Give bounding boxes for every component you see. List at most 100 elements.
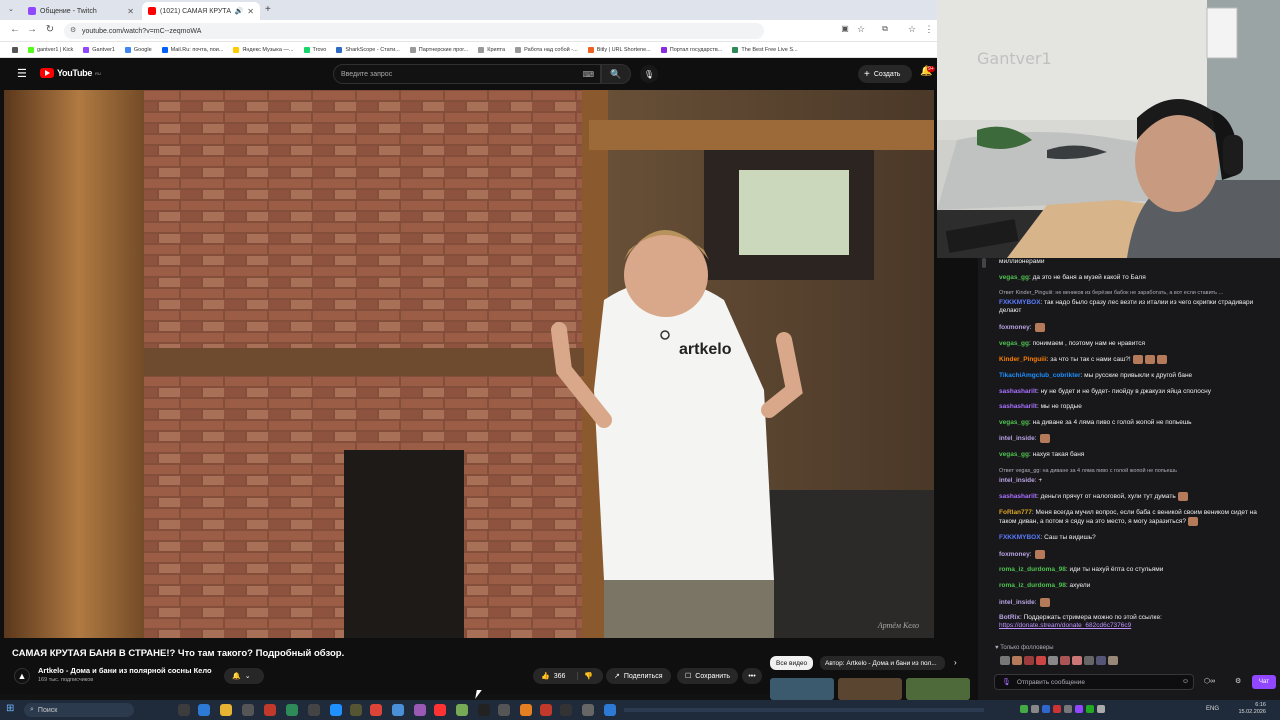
tray-icon[interactable] — [1075, 705, 1083, 713]
chat-username[interactable]: BotRix — [999, 614, 1020, 621]
app-icon[interactable] — [198, 704, 210, 716]
new-tab-icon[interactable]: + — [265, 4, 271, 15]
chat-username[interactable]: vegas_gg — [999, 274, 1029, 281]
back-icon[interactable]: ← — [8, 24, 22, 35]
emote-icon[interactable] — [1040, 597, 1051, 607]
emote-picker-icon[interactable]: ☺ — [1182, 678, 1189, 685]
tray-icon[interactable] — [1086, 705, 1094, 713]
subscribed-bell-button[interactable]: 🔔 ⌄ — [224, 668, 264, 684]
bookmark-crypto[interactable]: Крипта — [478, 46, 505, 53]
close-tab-icon[interactable]: ✕ — [127, 7, 134, 16]
bookmark-yandex-music[interactable]: Яндекс Музыка —... — [233, 46, 294, 53]
emote-icon[interactable] — [1024, 656, 1034, 665]
bookmark-star-icon[interactable]: ☆ — [854, 24, 868, 35]
emote-icon[interactable] — [1132, 355, 1143, 365]
tab-list-icon[interactable]: ⌄ — [8, 5, 14, 13]
reload-icon[interactable]: ↻ — [43, 24, 57, 35]
app-icon[interactable] — [350, 704, 362, 716]
bookmark-kick[interactable]: gantver1 | Kick — [28, 46, 73, 53]
forward-icon[interactable]: → — [25, 24, 39, 35]
profile-star-icon[interactable]: ☆ — [905, 24, 919, 35]
tray-icon[interactable] — [1097, 705, 1105, 713]
chip-author[interactable]: Автор: Artkelo - Дома и бани из пол... — [820, 656, 945, 670]
emote-icon[interactable] — [1048, 656, 1058, 665]
app-icon[interactable] — [392, 704, 404, 716]
bookmark-mailru[interactable]: Mail.Ru: почта, пои... — [161, 46, 223, 53]
recommended-thumbnail[interactable] — [906, 678, 970, 700]
emote-icon[interactable] — [1188, 517, 1199, 527]
bookmark-partner[interactable]: Партнерские прог... — [409, 46, 468, 53]
chat-username[interactable]: intel_inside — [999, 477, 1035, 484]
points-icon[interactable]: ⬡∞ — [1204, 677, 1215, 685]
dislike-button[interactable]: 👎 — [577, 672, 593, 680]
recommended-thumbnail[interactable] — [770, 678, 834, 700]
emote-icon[interactable] — [1108, 656, 1118, 665]
like-button[interactable]: 👍 366 — [541, 672, 565, 681]
tray-icon[interactable] — [1031, 705, 1039, 713]
bookmark-free-live[interactable]: The Best Free Live S... — [732, 46, 798, 53]
bookmark-work[interactable]: Работа над собой -... — [515, 46, 578, 53]
app-icon[interactable] — [264, 704, 276, 716]
tab-twitch[interactable]: Общение - Twitch ✕ — [22, 2, 140, 20]
tray-icon[interactable] — [1020, 705, 1028, 713]
channel-name[interactable]: Artkelo - Дома и бани из полярной сосны … — [38, 666, 212, 675]
channel-avatar[interactable]: ▲ — [14, 668, 30, 684]
chat-input[interactable]: 🎙 Отправить сообщение ☺ — [994, 674, 1194, 690]
clock[interactable]: 6:16 15.02.2026 — [1226, 702, 1266, 716]
app-icon[interactable] — [456, 704, 468, 716]
app-icon[interactable] — [242, 704, 254, 716]
emote-icon[interactable] — [1060, 656, 1070, 665]
chat-scrollbar[interactable] — [982, 258, 986, 268]
emote-icon[interactable] — [1156, 355, 1167, 365]
create-button[interactable]: + Создать — [858, 65, 912, 83]
extensions-icon[interactable]: ⧉ — [878, 24, 892, 34]
chat-send-button[interactable]: Чат — [1252, 675, 1276, 689]
address-bar[interactable]: ⚙ youtube.com/watch?v=mC--zeqmoWA — [64, 23, 764, 39]
voice-search-button[interactable]: 🎙 — [640, 65, 658, 83]
chat-username[interactable]: TikachiAmgclub_cobrikter — [999, 372, 1081, 379]
emote-icon[interactable] — [1035, 549, 1046, 559]
app-icon[interactable] — [498, 704, 510, 716]
app-icon[interactable] — [414, 704, 426, 716]
menu-icon[interactable]: ⋮ — [922, 24, 936, 35]
save-button[interactable]: ☐ Сохранить — [677, 668, 739, 684]
youtube-logo[interactable]: YouTube RU — [40, 68, 101, 78]
hamburger-menu-icon[interactable]: ☰ — [17, 67, 27, 80]
close-tab-icon[interactable]: ✕ — [247, 7, 254, 16]
emote-icon[interactable] — [1012, 656, 1022, 665]
emote-icon[interactable] — [1040, 434, 1051, 444]
app-icon[interactable] — [478, 704, 490, 716]
speaker-icon[interactable]: 🔊 — [235, 7, 244, 15]
bookmark-gantver[interactable]: Gantver1 — [83, 46, 115, 53]
chat-username[interactable]: vegas_gg — [999, 451, 1029, 458]
emote-icon[interactable] — [1036, 656, 1046, 665]
search-input[interactable]: Введите запрос ⌨ — [333, 64, 601, 84]
chat-username[interactable]: foxmoney — [999, 324, 1030, 331]
emote-icon[interactable] — [1072, 656, 1082, 665]
app-icon[interactable] — [604, 704, 616, 716]
app-icon[interactable] — [286, 704, 298, 716]
windows-start-icon[interactable]: ⊞ — [6, 703, 14, 714]
chat-username[interactable]: roma_iz_durdoma_98 — [999, 582, 1066, 589]
chat-username[interactable]: sashasharilt — [999, 494, 1037, 501]
apps-icon[interactable] — [12, 46, 18, 53]
bookmark-google[interactable]: Google — [124, 46, 152, 53]
yandex-icon[interactable] — [434, 704, 446, 716]
emote-icon[interactable] — [1084, 656, 1094, 665]
chat-username[interactable]: roma_iz_durdoma_98 — [999, 566, 1066, 573]
chat-username[interactable]: foxmoney — [999, 551, 1030, 558]
bookmark-trovo[interactable]: Trovo — [303, 46, 326, 53]
chrome-icon[interactable] — [370, 704, 382, 716]
chat-username[interactable]: FoRlan777 — [999, 509, 1032, 516]
chat-username[interactable]: intel_inside — [999, 436, 1035, 443]
bookmark-bitly[interactable]: Bitly | URL Shortene... — [587, 46, 651, 53]
chevron-right-icon[interactable]: › — [954, 658, 957, 667]
file-explorer-icon[interactable] — [220, 704, 232, 716]
bookmark-sharkscope[interactable]: SharkScope - Стати... — [336, 46, 400, 53]
chat-username[interactable]: FXKKMYBOX — [999, 299, 1041, 306]
emote-icon[interactable] — [1177, 492, 1188, 502]
app-icon[interactable] — [520, 704, 532, 716]
video-player[interactable]: artkelo Артём Кело — [4, 90, 934, 638]
tab-youtube[interactable]: (1021) САМАЯ КРУТАЯ БАН 🔊 ✕ — [142, 2, 260, 20]
chat-username[interactable]: sashasharilt — [999, 403, 1037, 410]
